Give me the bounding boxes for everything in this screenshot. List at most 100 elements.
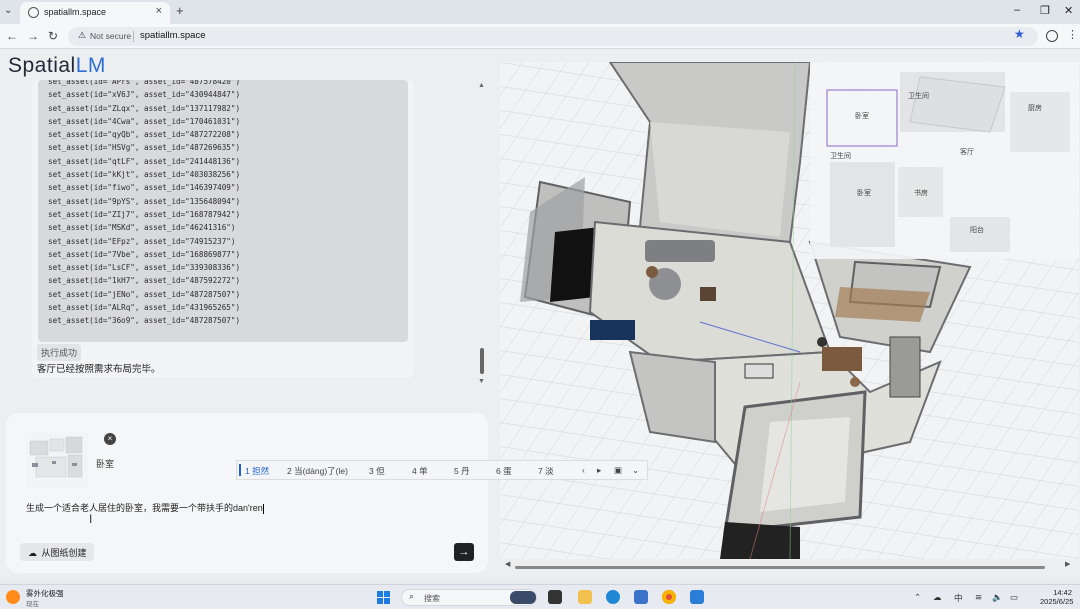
browser-tab[interactable]: spatiallm.space × [20,2,170,24]
attachment-card[interactable]: × 卧室 [26,433,121,489]
prompt-input[interactable]: 生成一个适合老人居住的卧室，我需要一个带扶手的dan'ren [26,501,264,514]
chat-scrollbar[interactable]: ▲ ▼ [478,82,486,392]
code-line: set_asset(id="36o9", asset_id="487287507… [48,316,241,326]
result-message: 客厅已经按照需求布局完毕。 [37,364,161,375]
start-button[interactable] [377,591,390,604]
code-block: set_asset(id="APrs", asset_id="487578420… [38,80,408,342]
close-window-icon[interactable]: ✕ [1064,4,1073,17]
scroll-right-icon[interactable]: ▶ [1065,560,1070,568]
code-line: set_asset(id="MSKd", asset_id="46241316"… [48,223,236,233]
clock-time: 14:42 [1053,588,1072,597]
code-line: set_asset(id="EFpz", asset_id="74915237"… [48,236,236,246]
volume-icon[interactable]: 🔈 [992,592,1003,603]
code-line: set_asset(id="ZIj7", asset_id="168787942… [48,209,241,219]
create-from-plan-button[interactable]: ☁ 从图纸创建 [20,543,95,561]
plan-label-bedroom-1: 卧室 [855,111,869,120]
text-caret [262,503,264,514]
ime-cursor [239,464,241,476]
security-label[interactable]: Not secure [90,31,131,41]
ime-expand-icon[interactable]: ⌄ [632,465,639,476]
code-line: set_asset(id="HSVg", asset_id="487269635… [48,143,241,153]
ime-grid-icon[interactable]: ▣ [614,465,622,476]
code-line: set_asset(id="kKjt", asset_id="403038256… [48,170,241,180]
tray-overflow-icon[interactable]: ⌃ [914,592,921,603]
tray-app-icon[interactable]: ☁ [933,592,942,603]
ime-candidate[interactable]: 5 丹 [454,465,470,477]
scroll-up-icon[interactable]: ▲ [478,82,485,89]
plan-label-living-room: 客厅 [960,147,974,156]
plan-label-bathroom: 卫生间 [908,91,929,100]
ime-next-icon[interactable]: ▸ [597,465,601,476]
arrow-right-icon: → [458,546,470,558]
plan-label-kitchen: 厨房 [1028,103,1042,112]
code-line: set_asset(id="7Vbe", asset_id="168869877… [48,249,241,259]
mail-icon[interactable] [634,590,648,604]
browser-tab-bar: ⌄ spatiallm.space × + – ❐ ✕ [0,0,1080,24]
ime-language-indicator[interactable]: 中 [954,592,963,604]
clock-date: 2025/6/25 [1040,597,1074,606]
omnibox-divider [133,31,134,42]
code-line: set_asset(id="xV6J", asset_id="430944847… [48,90,241,100]
code-line: set_asset(id="ZLqx", asset_id="137117982… [48,103,241,113]
weather-icon[interactable] [6,590,20,604]
weather-subtitle: 现在 [26,601,39,608]
search-placeholder: 搜索 [424,594,440,603]
scroll-down-icon[interactable]: ▼ [478,378,485,385]
ime-candidate[interactable]: 2 当(dàng)了(le) [287,465,348,477]
send-button[interactable]: → [454,543,474,561]
forward-icon[interactable]: → [27,29,39,43]
3d-scene-render[interactable]: 卫生间 厨房 卧室 卫生间 客厅 卧室 书房 阳台 [500,62,1079,559]
ime-candidate[interactable]: 1 担然 [245,465,269,477]
scroll-left-icon[interactable]: ◀ [505,560,510,568]
ime-prev-icon[interactable]: ‹ [582,465,585,475]
ime-candidate[interactable]: 3 但 [369,465,385,477]
app-icon[interactable] [690,590,704,604]
ime-candidate[interactable]: 7 淡 [538,465,554,477]
file-explorer-icon[interactable] [578,590,592,604]
ime-candidate[interactable]: 4 单 [412,465,428,477]
app-logo[interactable]: SpatialLM [8,54,106,78]
ime-candidate[interactable]: 6 蛋 [496,465,512,477]
warning-icon[interactable]: ⚠ [78,30,86,41]
menu-dots-icon[interactable]: ⋮ [1067,28,1078,41]
profile-icon[interactable] [1046,30,1058,42]
code-output-card: set_asset(id="APrs", asset_id="487578420… [32,80,414,378]
new-tab-button[interactable]: + [176,3,184,18]
minimize-icon[interactable]: – [1014,4,1020,16]
code-line: set_asset(id="4Cwa", asset_id="170461031… [48,116,241,126]
chrome-icon[interactable] [662,590,676,604]
task-view-icon[interactable] [548,590,562,604]
url-text[interactable]: spatiallm.space [140,30,205,41]
reload-icon[interactable]: ↻ [48,29,58,43]
back-icon[interactable]: ← [6,29,18,43]
wifi-icon[interactable]: ≋ [975,592,982,603]
3d-viewport[interactable]: 卫生间 厨房 卧室 卫生间 客厅 卧室 书房 阳台 [500,62,1079,559]
scroll-thumb[interactable] [515,566,1045,569]
tab-search-icon[interactable]: ⌄ [4,5,12,16]
omnibox[interactable]: ⚠ Not secure spatiallm.space [68,27,1038,46]
close-tab-icon[interactable]: × [156,5,162,17]
code-line: set_asset(id="qtLF", asset_id="241448136… [48,156,241,166]
battery-icon[interactable]: ▭ [1010,592,1018,603]
edge-icon[interactable] [606,590,620,604]
code-line: set_asset(id="fiwo", asset_id="146397409… [48,183,241,193]
code-line: set_asset(id="LsCF", asset_id="339308336… [48,263,241,273]
taskbar-search[interactable]: ⌕ 搜索 [401,589,537,606]
plan-label-study: 书房 [914,188,928,197]
floorplan-thumbnail [26,433,88,488]
globe-icon [28,7,39,18]
code-line: set_asset(id="9pYS", asset_id="135648094… [48,196,241,206]
code-line: set_asset(id="qyQb", asset_id="487272208… [48,130,241,140]
maximize-icon[interactable]: ❐ [1040,4,1050,17]
viewport-scrollbar[interactable]: ◀ ▶ [505,560,1075,571]
remove-attachment-icon[interactable]: × [104,433,116,445]
bookmark-star-icon[interactable]: ★ [1014,27,1025,41]
page: SpatialLM set_asset(id="APrs", asset_id=… [0,50,1080,579]
prompt-text: 生成一个适合老人居住的卧室，我需要一个带扶手的dan'ren [26,503,263,513]
scroll-thumb[interactable] [480,348,484,374]
code-line: set_asset(id="1kH7", asset_id="487592272… [48,276,241,286]
system-clock[interactable]: 14:42 2025/6/25 [1040,588,1074,606]
code-line: set_asset(id="jENo", asset_id="487287507… [48,289,241,299]
plan-label-balcony: 阳台 [970,225,984,234]
attachment-label: 卧室 [96,459,115,469]
